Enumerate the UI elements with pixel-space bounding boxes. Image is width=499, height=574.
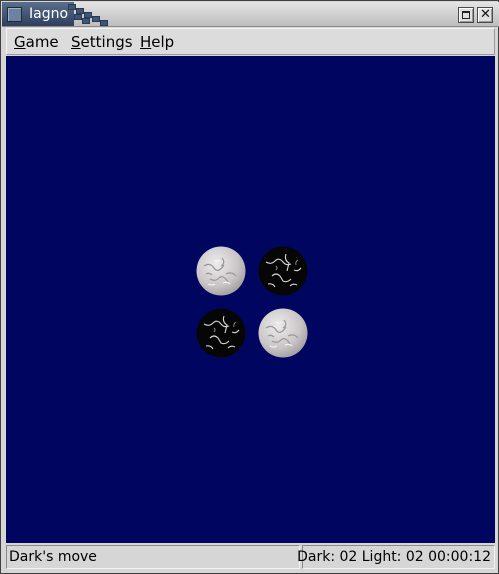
window-menu-icon[interactable] [7, 7, 22, 22]
light-disc-e5 [258, 308, 308, 358]
close-icon: ✕ [480, 7, 491, 22]
minimize-icon [462, 11, 470, 19]
score-and-timer: Dark: 02 Light: 02 00:00:12 [297, 549, 491, 565]
close-button[interactable]: ✕ [477, 7, 493, 23]
light-disc-d4 [196, 246, 246, 296]
window-title: Iagno [29, 6, 69, 22]
status-message: Dark's move [9, 549, 97, 565]
title-bar[interactable]: Iagno ✕ [2, 2, 499, 27]
iagno-window: Iagno ✕ Game Settings Help Dark's move D… [0, 0, 499, 574]
menu-game[interactable]: Game [14, 33, 59, 51]
menu-bar: Game Settings Help [6, 28, 495, 55]
dark-disc-d5 [196, 308, 246, 358]
menu-settings[interactable]: Settings [71, 33, 133, 51]
minimize-button[interactable] [458, 7, 474, 23]
game-board[interactable] [6, 56, 495, 543]
status-bar: Dark's move Dark: 02 Light: 02 00:00:12 [6, 544, 495, 570]
menu-help[interactable]: Help [140, 33, 174, 51]
dark-disc-e4 [258, 246, 308, 296]
